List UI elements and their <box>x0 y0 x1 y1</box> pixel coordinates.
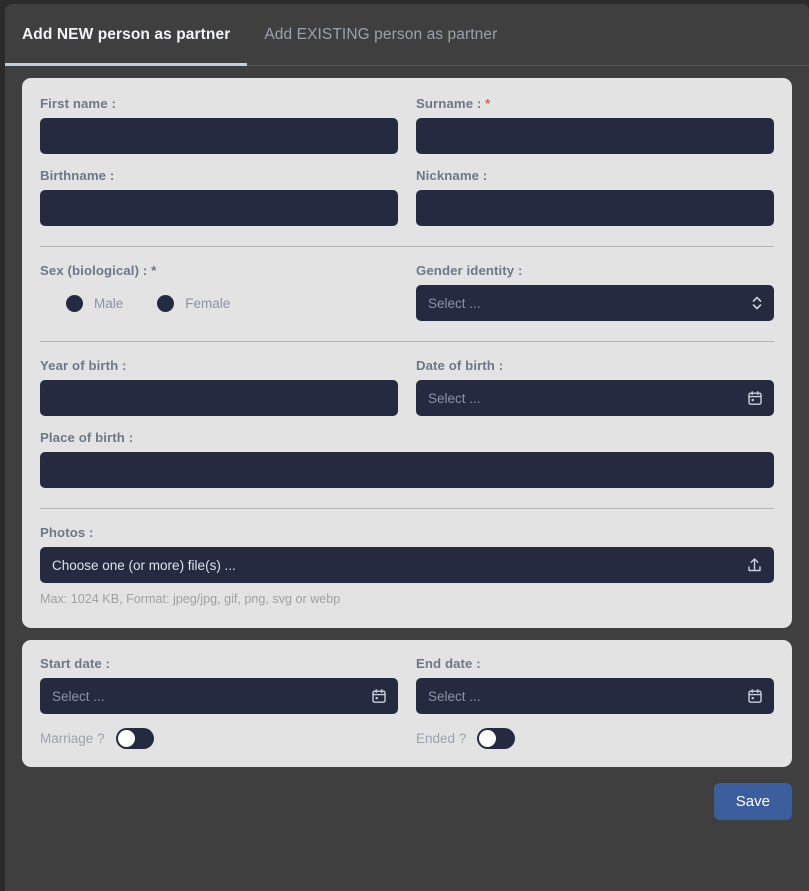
sex-option-male-label: Male <box>94 295 124 311</box>
tab-add-existing-person-label: Add EXISTING person as partner <box>264 26 498 43</box>
calendar-icon <box>747 390 763 406</box>
sex-required-asterisk: * <box>151 263 157 278</box>
date-of-birth-value: Select ... <box>428 390 481 406</box>
end-date-picker[interactable]: Select ... <box>416 678 774 714</box>
end-date-value: Select ... <box>428 688 481 704</box>
first-name-label: First name : <box>40 96 398 111</box>
divider-1 <box>40 246 774 247</box>
add-partner-dialog: Add NEW person as partner Add EXISTING p… <box>0 0 809 891</box>
birthname-label-text: Birthname : <box>40 168 115 183</box>
start-date-field: Start date : Select ... Marriage ? <box>40 656 398 749</box>
start-date-value: Select ... <box>52 688 105 704</box>
photos-label: Photos : <box>40 525 774 540</box>
first-name-field: First name : <box>40 96 398 168</box>
divider-2 <box>40 341 774 342</box>
place-of-birth-input[interactable] <box>40 452 774 488</box>
date-of-birth-picker[interactable]: Select ... <box>416 380 774 416</box>
person-details-card: First name : Surname : * Birthname: Nic… <box>22 78 792 628</box>
divider-3 <box>40 508 774 509</box>
birthname-field: Birthname : <box>40 168 398 240</box>
surname-label: Surname : * <box>416 96 774 111</box>
sex-label: Sex (biological) : * <box>40 263 398 278</box>
sex-radio-group: Male Female <box>40 285 398 321</box>
relationship-card: Start date : Select ... Marriage ? End d… <box>22 640 792 767</box>
surname-field: Surname : * <box>416 96 774 168</box>
save-button[interactable]: Save <box>713 783 792 820</box>
sex-option-female[interactable]: Female <box>157 294 231 312</box>
radio-male-icon[interactable] <box>66 294 83 312</box>
place-of-birth-label: Place of birth : <box>40 430 774 445</box>
sex-option-male[interactable]: Male <box>66 294 124 312</box>
start-date-label-text: Start date : <box>40 656 111 671</box>
photos-file-picker-value: Choose one (or more) file(s) ... <box>52 557 236 573</box>
photos-field: Photos : Choose one (or more) file(s) ..… <box>40 525 774 606</box>
action-bar: Save <box>5 767 809 820</box>
chevron-up-down-icon <box>751 295 763 311</box>
first-name-input[interactable] <box>40 118 398 154</box>
end-date-label-text: End date : <box>416 656 481 671</box>
gender-identity-label: Gender identity : <box>416 263 774 278</box>
nickname-label-text: Nickname : <box>416 168 488 183</box>
calendar-icon <box>747 688 763 704</box>
relationship-dates-row: Start date : Select ... Marriage ? End d… <box>40 656 774 749</box>
photos-hint: Max: 1024 KB, Format: jpeg/jpg, gif, png… <box>40 592 341 606</box>
marriage-toggle-label: Marriage ? <box>40 731 105 746</box>
birthname-label: Birthname : <box>40 168 398 183</box>
gender-identity-select[interactable]: Select ... <box>416 285 774 321</box>
gender-identity-value: Select ... <box>428 295 481 311</box>
nickname-field: Nickname : <box>416 168 774 240</box>
birthname-input[interactable] <box>40 190 398 226</box>
first-name-label-text: First name : <box>40 96 116 111</box>
marriage-toggle[interactable] <box>115 728 154 749</box>
place-of-birth-row: Place of birth : <box>40 430 774 502</box>
date-of-birth-label: Date of birth : <box>416 358 774 373</box>
nickname-label: Nickname : <box>416 168 774 183</box>
place-of-birth-label-text: Place of birth : <box>40 430 134 445</box>
photos-label-text: Photos : <box>40 525 94 540</box>
gender-identity-field: Gender identity : Select ... <box>416 263 774 335</box>
dialog-header: Add NEW person as partner Add EXISTING p… <box>5 4 809 66</box>
upload-icon <box>746 557 763 574</box>
surname-required-asterisk: * <box>485 96 491 111</box>
ended-toggle-knob <box>479 730 497 747</box>
end-date-label: End date : <box>416 656 774 671</box>
tab-add-new-person[interactable]: Add NEW person as partner <box>5 4 248 66</box>
tab-add-new-person-label: Add NEW person as partner <box>22 26 231 43</box>
photos-file-picker[interactable]: Choose one (or more) file(s) ... <box>40 547 774 583</box>
tab-add-existing-person[interactable]: Add EXISTING person as partner <box>247 4 514 66</box>
ended-toggle[interactable] <box>477 728 516 749</box>
sex-gender-row: Sex (biological) : * Male Female Gender … <box>40 263 774 335</box>
marriage-toggle-row: Marriage ? <box>40 728 398 749</box>
end-date-field: End date : Select ... Ended ? <box>416 656 774 749</box>
ended-toggle-label: Ended ? <box>416 731 467 746</box>
year-of-birth-field: Year of birth : <box>40 358 398 430</box>
surname-label-text: Surname : <box>416 96 482 111</box>
sex-label-text: Sex (biological) : <box>40 263 148 278</box>
name-row-1: First name : Surname : * <box>40 96 774 168</box>
calendar-icon <box>371 688 387 704</box>
photos-row: Photos : Choose one (or more) file(s) ..… <box>40 525 774 606</box>
sex-option-female-label: Female <box>185 295 231 311</box>
sex-field: Sex (biological) : * Male Female <box>40 263 398 335</box>
start-date-picker[interactable]: Select ... <box>40 678 398 714</box>
date-of-birth-label-text: Date of birth : <box>416 358 504 373</box>
dialog-body: First name : Surname : * Birthname: Nic… <box>5 66 809 891</box>
marriage-toggle-knob <box>117 730 135 747</box>
year-of-birth-input[interactable] <box>40 380 398 416</box>
gender-identity-label-text: Gender identity : <box>416 263 523 278</box>
year-of-birth-label-text: Year of birth : <box>40 358 127 373</box>
place-of-birth-field: Place of birth : <box>40 430 774 502</box>
year-of-birth-label: Year of birth : <box>40 358 398 373</box>
nickname-input[interactable] <box>416 190 774 226</box>
tab-strip: Add NEW person as partner Add EXISTING p… <box>5 4 514 66</box>
surname-input[interactable] <box>416 118 774 154</box>
date-of-birth-field: Date of birth : Select ... <box>416 358 774 430</box>
name-row-2: Birthname : Nickname : <box>40 168 774 240</box>
birth-row: Year of birth : Date of birth : Select .… <box>40 358 774 430</box>
radio-female-icon[interactable] <box>157 294 175 312</box>
ended-toggle-row: Ended ? <box>416 728 774 749</box>
start-date-label: Start date : <box>40 656 398 671</box>
